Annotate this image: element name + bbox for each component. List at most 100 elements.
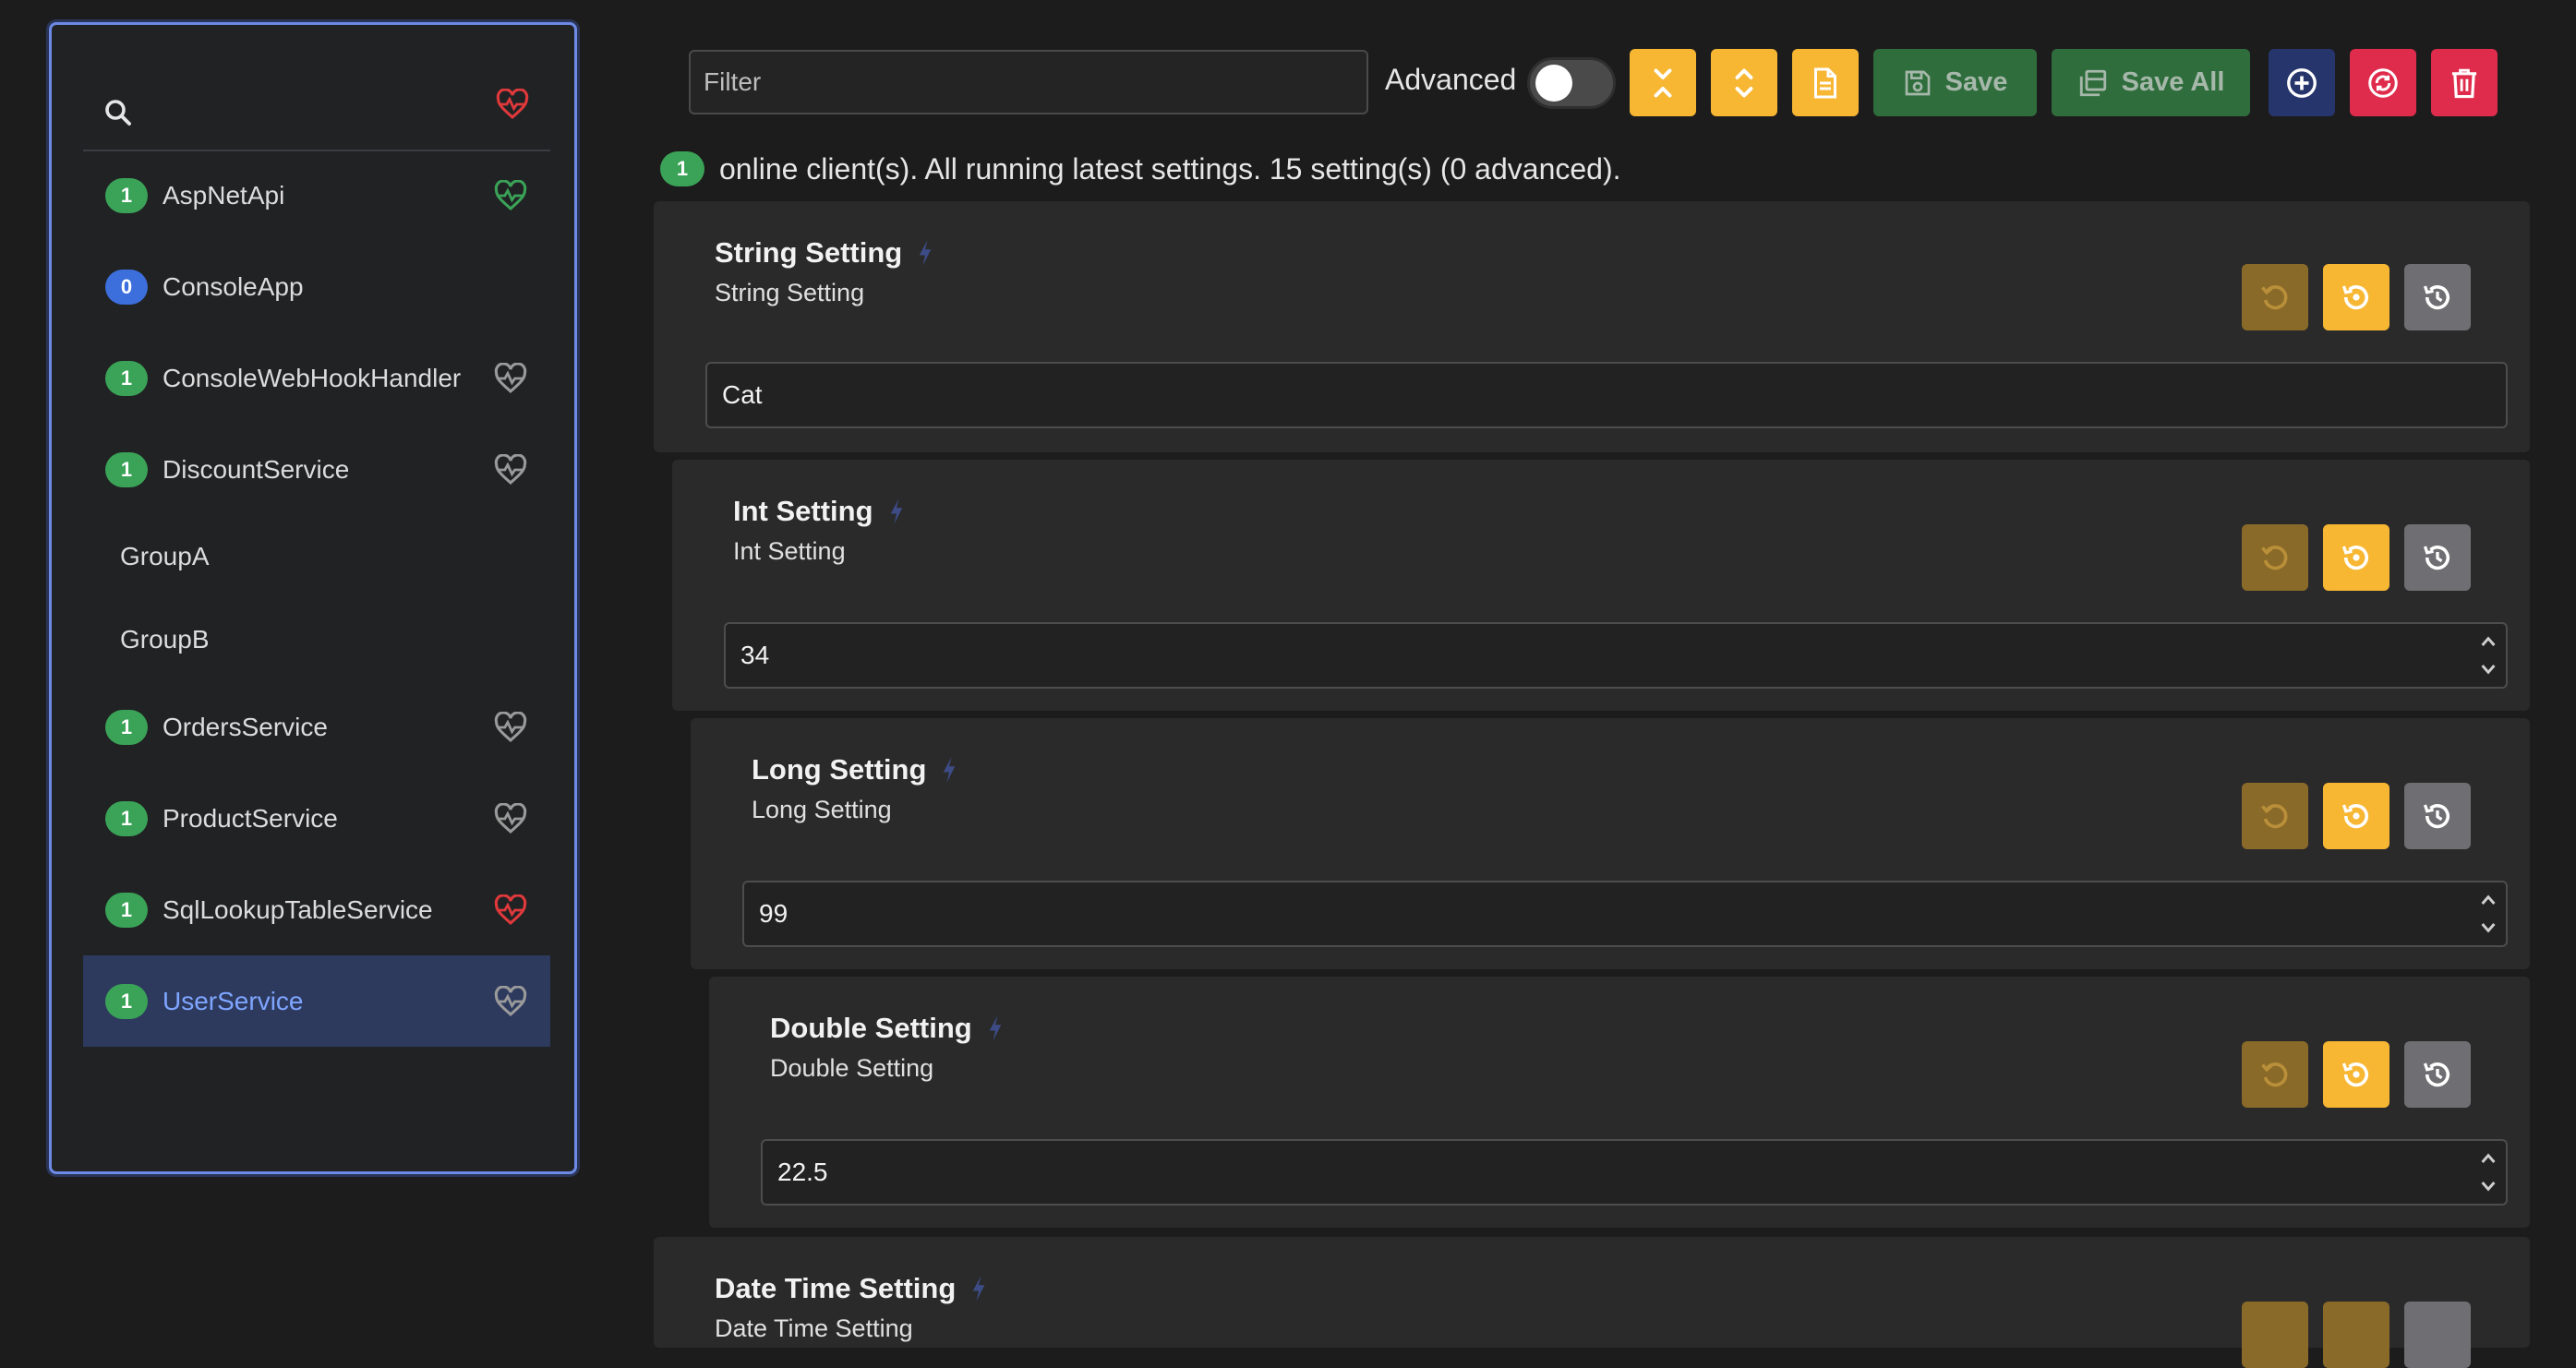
history-button[interactable]: [2404, 524, 2471, 591]
setting-title: Int Setting: [733, 495, 907, 528]
setting-title-text: Int Setting: [733, 495, 873, 527]
setting-title-text: Double Setting: [770, 1012, 972, 1044]
restore-defaults-button[interactable]: [2350, 49, 2416, 116]
revert-default-button[interactable]: [2323, 524, 2389, 591]
setting-value-input[interactable]: 34: [724, 622, 2508, 689]
setting-description: String Setting: [715, 279, 865, 306]
lightning-icon: [919, 240, 932, 266]
sidebar-item-discountservice[interactable]: 1 DiscountService: [83, 424, 550, 515]
sidebar-item-label: OrdersService: [163, 712, 328, 741]
description-button[interactable]: [1792, 49, 1859, 116]
advanced-toggle[interactable]: [1527, 57, 1616, 109]
setting-value-input[interactable]: 99: [742, 881, 2508, 947]
history-button[interactable]: [2404, 783, 2471, 849]
sidebar-item-aspnetapi[interactable]: 1 AspNetApi: [83, 150, 550, 241]
heart-pulse-icon: [494, 802, 527, 834]
lightning-icon: [944, 757, 956, 783]
filter-input[interactable]: [689, 50, 1368, 114]
client-count-badge: 1: [105, 892, 148, 928]
save-label: Save: [1944, 67, 2008, 97]
sidebar-item-label: ConsoleWebHookHandler: [163, 363, 462, 392]
history-icon: [2423, 546, 2450, 570]
reset-button[interactable]: [2242, 524, 2308, 591]
toggle-knob: [1535, 65, 1572, 102]
search-icon[interactable]: [102, 96, 135, 129]
reset-button[interactable]: [2242, 783, 2308, 849]
restore-icon: [2341, 1062, 2369, 1087]
sidebar-item-productservice[interactable]: 1 ProductService: [83, 773, 550, 864]
restore-icon: [2341, 546, 2369, 570]
setting-description: Int Setting: [733, 537, 846, 565]
plus-circle-icon: [2287, 67, 2317, 98]
sidebar-item-ordersservice[interactable]: 1 OrdersService: [83, 681, 550, 773]
spinner-arrows-icon[interactable]: [2478, 631, 2498, 679]
setting-card-string: String Setting String Setting Cat: [654, 201, 2530, 452]
setting-value: Cat: [722, 380, 763, 409]
setting-value-input[interactable]: 22.5: [761, 1139, 2508, 1206]
sidebar-item-label: SqlLookupTableService: [163, 894, 433, 924]
collapse-icon: [1654, 68, 1672, 97]
sidebar-search[interactable]: [83, 48, 550, 151]
sidebar-item-consoleapp[interactable]: 0 ConsoleApp: [83, 241, 550, 332]
revert-default-button[interactable]: [2323, 1041, 2389, 1108]
heart-pulse-icon: [494, 985, 527, 1016]
undo-icon: [2261, 1062, 2288, 1087]
sidebar-item-label: ConsoleApp: [163, 271, 304, 301]
reset-button[interactable]: [2242, 264, 2308, 330]
sidebar-item-consolewebhookhandler[interactable]: 1 ConsoleWebHookHandler: [83, 332, 550, 424]
heart-pulse-icon[interactable]: [495, 89, 530, 120]
delete-button[interactable]: [2431, 49, 2498, 116]
setting-title: Double Setting: [770, 1012, 1005, 1045]
undo-icon: [2261, 546, 2288, 570]
client-list: 1 AspNetApi 0 ConsoleApp 1 ConsoleWebHoo…: [83, 150, 550, 1047]
restore-icon: [2341, 285, 2369, 310]
client-count-badge: 1: [105, 360, 148, 396]
sidebar-item-sqllookuptableservice[interactable]: 1 SqlLookupTableService: [83, 864, 550, 955]
save-all-icon: [2079, 69, 2106, 96]
history-icon: [2423, 804, 2450, 829]
sidebar-group-groupb[interactable]: GroupB: [83, 598, 550, 681]
sync-circle-icon: [2368, 67, 2398, 98]
revert-default-button[interactable]: [2323, 264, 2389, 330]
sidebar-item-label: DiscountService: [163, 454, 350, 484]
history-button[interactable]: [2404, 1302, 2471, 1368]
document-icon: [1814, 67, 1836, 98]
heart-pulse-icon: [494, 362, 527, 393]
sidebar-group-label: GroupA: [120, 542, 210, 570]
trash-icon: [2451, 68, 2477, 98]
setting-title: String Setting: [715, 236, 935, 270]
setting-value-input[interactable]: Cat: [705, 362, 2508, 428]
expand-all-button[interactable]: [1711, 49, 1777, 116]
history-button[interactable]: [2404, 264, 2471, 330]
client-count-badge: 1: [105, 451, 148, 487]
setting-title-text: Long Setting: [752, 753, 927, 786]
collapse-all-button[interactable]: [1630, 49, 1696, 116]
add-setting-button[interactable]: [2269, 49, 2335, 116]
save-all-button[interactable]: Save All: [2052, 49, 2250, 116]
setting-title: Date Time Setting: [715, 1272, 989, 1305]
spinner-arrows-icon[interactable]: [2478, 1148, 2498, 1196]
save-all-label: Save All: [2121, 67, 2225, 97]
client-count-badge: 1: [105, 800, 148, 836]
history-button[interactable]: [2404, 1041, 2471, 1108]
sidebar: 1 AspNetApi 0 ConsoleApp 1 ConsoleWebHoo…: [49, 22, 577, 1174]
setting-title-text: Date Time Setting: [715, 1272, 957, 1304]
history-icon: [2423, 1062, 2450, 1087]
reset-button[interactable]: [2242, 1302, 2308, 1368]
setting-card-long: Long Setting Long Setting 99: [691, 718, 2530, 969]
setting-title: Long Setting: [752, 753, 959, 786]
reset-button[interactable]: [2242, 1041, 2308, 1108]
revert-default-button[interactable]: [2323, 1302, 2389, 1368]
sidebar-group-groupa[interactable]: GroupA: [83, 515, 550, 598]
status-text: online client(s). All running latest set…: [719, 151, 1621, 186]
revert-default-button[interactable]: [2323, 783, 2389, 849]
online-count-badge: 1: [660, 151, 704, 186]
status-bar: 1 online client(s). All running latest s…: [660, 151, 1621, 186]
sidebar-item-label: ProductService: [163, 803, 338, 833]
save-button[interactable]: Save: [1873, 49, 2037, 116]
sidebar-group-label: GroupB: [120, 625, 210, 654]
client-count-badge: 1: [105, 177, 148, 213]
restore-icon: [2341, 804, 2369, 829]
spinner-arrows-icon[interactable]: [2478, 890, 2498, 938]
sidebar-item-userservice[interactable]: 1 UserService: [83, 955, 550, 1047]
